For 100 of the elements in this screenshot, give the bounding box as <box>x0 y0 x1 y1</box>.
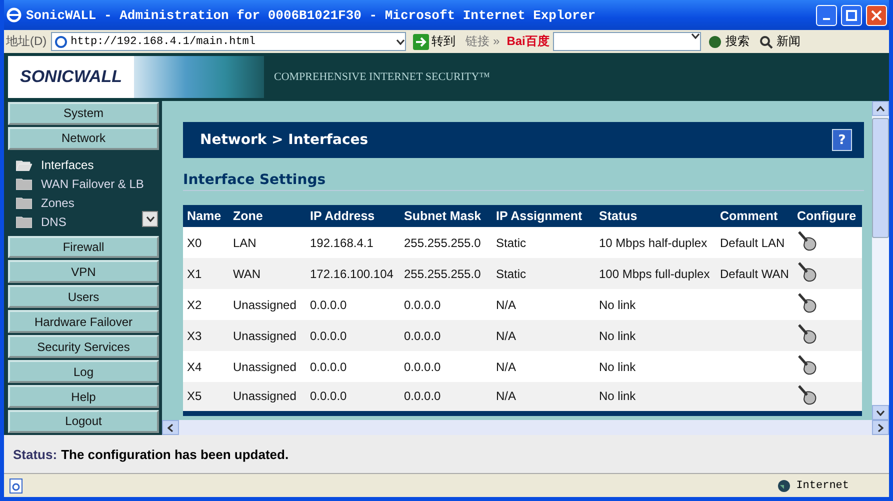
table-cell: WAN <box>229 258 306 289</box>
submenu-item[interactable]: Interfaces <box>16 156 162 175</box>
table-cell: Static <box>492 258 595 289</box>
folder-icon <box>16 197 32 210</box>
nav-button[interactable]: Users <box>8 285 159 308</box>
dropdown-icon <box>168 423 174 432</box>
page-icon <box>8 478 24 494</box>
nav-button[interactable]: System <box>8 102 159 125</box>
ie-logo-icon <box>6 7 22 23</box>
section-title: Interface Settings <box>183 172 864 191</box>
table-cell: Default LAN <box>716 227 793 258</box>
minimize-button[interactable] <box>816 4 837 26</box>
table-cell: 0.0.0.0 <box>400 382 492 413</box>
table-cell: N/A <box>492 382 595 413</box>
table-cell: No link <box>595 289 716 320</box>
table-cell: N/A <box>492 351 595 382</box>
breadcrumb: Network > Interfaces <box>200 132 368 148</box>
table-cell: Unassigned <box>229 382 306 413</box>
arrow-icon <box>412 34 429 50</box>
table-cell: 10 Mbps half-duplex <box>595 227 716 258</box>
folder-icon <box>16 216 32 228</box>
links-button[interactable]: 链接 » <box>462 33 503 50</box>
toolbar-brand-logo[interactable]: Bai百度 <box>506 33 550 50</box>
submenu-item[interactable]: WAN Failover & LB <box>16 174 162 194</box>
column-header: Comment <box>716 205 793 227</box>
status-label: Status: <box>13 446 58 462</box>
table-cell: 0.0.0.0 <box>306 382 400 413</box>
table-cell: No link <box>595 320 716 351</box>
scroll-up-button[interactable] <box>872 101 889 116</box>
sonicwall-logo: SONICWALL <box>8 56 134 98</box>
address-field[interactable]: http://192.168.4.1/main.html <box>50 32 406 51</box>
table-cell: X5 <box>183 382 229 413</box>
search-button[interactable]: 搜索 <box>705 33 752 50</box>
security-zone: Internet <box>777 478 849 492</box>
table-cell: 0.0.0.0 <box>306 351 400 382</box>
dropdown-icon <box>396 38 405 44</box>
open-folder-icon <box>16 159 32 172</box>
table-cell: 255.255.255.0 <box>400 227 492 258</box>
table-cell: N/A <box>492 289 595 320</box>
maximize-button[interactable] <box>841 4 862 26</box>
table-cell: 255.255.255.0 <box>400 258 492 289</box>
horizontal-scrollbar[interactable] <box>162 420 889 435</box>
address-label: 地址(D) <box>6 33 47 50</box>
table-cell: N/A <box>492 320 595 351</box>
nav-button[interactable]: Hardware Failover <box>8 310 159 334</box>
window-title: SonicWALL - Administration for 0006B1021F30 - Microsoft Internet Explorer <box>26 8 596 22</box>
minimize-icon <box>823 18 830 20</box>
table-cell: 0.0.0.0 <box>306 289 400 320</box>
nav-button[interactable]: Help <box>8 385 159 408</box>
scroll-right-button[interactable] <box>872 420 889 435</box>
table-cell: Unassigned <box>229 320 306 351</box>
search-field[interactable] <box>553 32 702 51</box>
table-cell: 192.168.4.1 <box>306 227 400 258</box>
maximize-icon <box>846 10 857 20</box>
nav-button[interactable]: Log <box>8 360 159 384</box>
table-cell: Unassigned <box>229 351 306 382</box>
table-cell: 0.0.0.0 <box>400 351 492 382</box>
submenu-item[interactable]: Zones <box>16 194 162 213</box>
nav-button[interactable]: Network <box>8 126 159 150</box>
table-cell: 0.0.0.0 <box>306 320 400 351</box>
scroll-thumb[interactable] <box>872 118 889 238</box>
column-header: Subnet Mask <box>400 205 492 227</box>
table-cell: 0.0.0.0 <box>400 289 492 320</box>
vertical-scrollbar[interactable] <box>872 101 889 420</box>
scroll-down-button[interactable] <box>872 405 889 420</box>
table-cell: LAN <box>229 227 306 258</box>
scroll-left-button[interactable] <box>162 420 179 435</box>
news-button[interactable]: 新闻 <box>756 33 804 50</box>
column-header: Configure <box>793 205 862 227</box>
go-button[interactable]: 转到 <box>410 33 459 50</box>
table-cell: Default WAN <box>716 258 793 289</box>
dropdown-icon <box>876 106 885 112</box>
table-cell: X1 <box>183 258 229 289</box>
nav-button[interactable]: VPN <box>8 260 159 284</box>
nav-button[interactable]: Firewall <box>8 236 159 258</box>
column-header: Name <box>183 205 229 227</box>
dropdown-icon <box>146 216 154 222</box>
table-cell: X3 <box>183 320 229 351</box>
help-button[interactable]: ? <box>832 129 852 151</box>
folder-icon <box>16 178 32 190</box>
status-message: The configuration has been updated. <box>61 446 289 462</box>
submenu-item[interactable]: DNS <box>16 212 162 232</box>
close-icon <box>871 10 882 20</box>
close-button[interactable] <box>866 4 887 26</box>
table-cell: X0 <box>183 227 229 258</box>
column-header: IP Address <box>306 205 400 227</box>
column-header: IP Assignment <box>492 205 595 227</box>
table-cell: 0.0.0.0 <box>400 320 492 351</box>
table-cell: 172.16.100.104 <box>306 258 400 289</box>
column-header: Zone <box>229 205 306 227</box>
table-cell: X2 <box>183 289 229 320</box>
nav-button[interactable]: Security Services <box>8 335 159 358</box>
table-cell: Static <box>492 227 595 258</box>
table-cell: Unassigned <box>229 289 306 320</box>
table-cell: X4 <box>183 351 229 382</box>
scroll-down-button[interactable] <box>142 210 158 227</box>
dropdown-icon <box>691 33 700 39</box>
magnifier-icon <box>759 34 774 48</box>
column-header: Status <box>595 205 716 227</box>
nav-button[interactable]: Logout <box>8 410 159 433</box>
